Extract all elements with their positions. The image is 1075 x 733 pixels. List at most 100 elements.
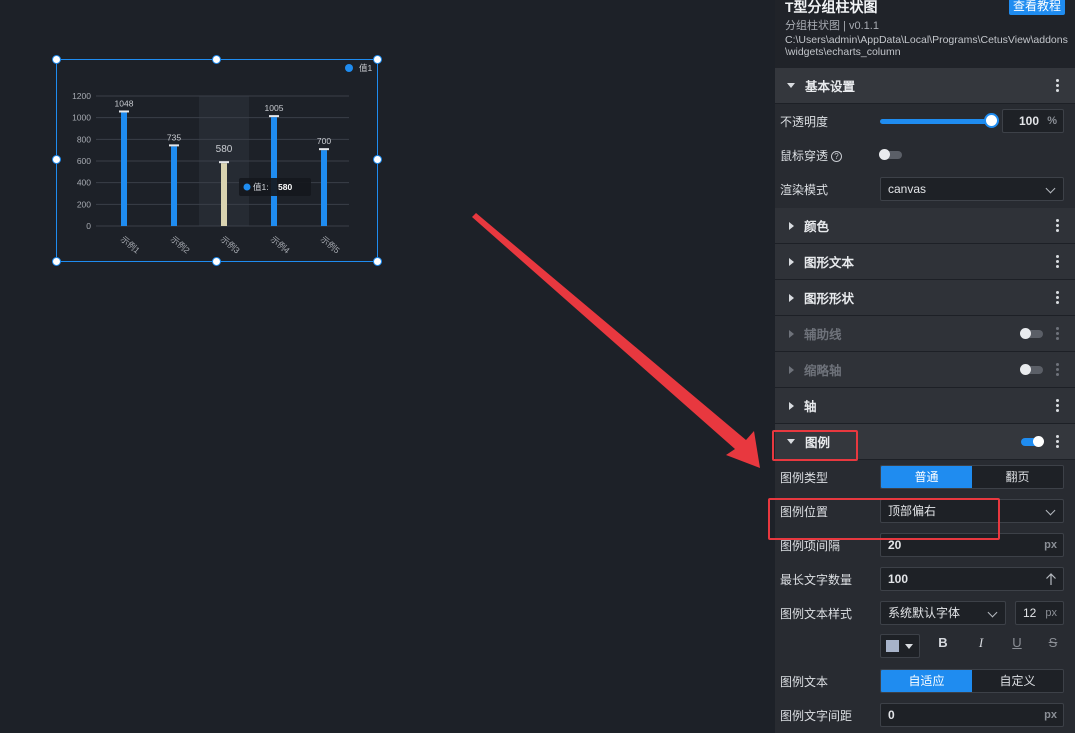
chart-widget[interactable]: 0 200 400 600 800 1000 1200 1048 示例1 735 示例2 580 示例3… [56,59,378,262]
legend-position-label: 图例位置 [780,504,829,519]
opacity-input[interactable]: 100 % [1002,109,1064,133]
bar-cap [319,148,329,151]
bar [221,163,227,226]
tutorial-button[interactable]: 查看教程 [1008,0,1065,15]
text-style-label: 图例文本样式 [780,606,853,621]
font-size-unit: px [1045,607,1057,619]
resize-handle-mr[interactable] [373,155,382,164]
resize-handle-ml[interactable] [52,155,61,164]
chevron-down-icon [1045,505,1056,516]
section-label: 颜色 [804,220,830,234]
more-icon[interactable] [1056,79,1059,94]
x-tick-label: 示例1 [119,234,142,256]
opacity-slider-handle[interactable] [984,113,999,128]
italic-button[interactable]: I [973,635,989,651]
bar [321,150,327,226]
legend-text-auto[interactable]: 自适应 [881,670,972,692]
editor-canvas: 0 200 400 600 800 1000 1200 1048 示例1 735 示例2 580 示例3… [0,0,775,733]
guide-line-toggle[interactable] [1020,328,1043,339]
row-text-style: 图例文本样式 系统默认字体 12 px [775,596,1075,630]
render-mode-label: 渲染模式 [780,182,829,197]
row-mouse-through: 鼠标穿透? [775,138,1075,172]
bar-cap [269,115,279,118]
y-tick-label: 600 [77,156,91,166]
resize-handle-bl[interactable] [52,257,61,266]
help-icon[interactable]: ? [831,150,843,162]
resize-handle-tr[interactable] [373,55,382,64]
section-label: 辅助线 [804,328,842,342]
row-legend-text: 图例文本 自适应 自定义 [775,664,1075,698]
bold-button[interactable]: B [935,635,951,650]
property-panel: T型分组柱状图 查看教程 分组柱状图 | v0.1.1 C:\Users\adm… [775,0,1075,733]
legend-gap-value: 20 [888,538,902,552]
tooltip-series: 值1: [253,182,269,192]
letter-spacing-input[interactable]: 0 px [880,703,1064,727]
row-legend-position: 图例位置 顶部偏右 [775,494,1075,528]
resize-handle-bm[interactable] [212,257,221,266]
letter-spacing-value: 0 [888,708,895,722]
resize-handle-tl[interactable] [52,55,61,64]
legend-type-paging[interactable]: 翻页 [972,466,1063,488]
font-family-select[interactable]: 系统默认字体 [880,601,1006,625]
more-icon[interactable] [1056,363,1059,378]
opacity-slider-track[interactable] [880,119,992,124]
color-swatch [886,640,899,652]
chevron-down-icon [987,607,998,618]
section-basic-settings[interactable]: 基本设置 [775,68,1075,104]
legend-position-value: 顶部偏右 [888,504,937,518]
stepper-up-icon[interactable] [1045,572,1057,586]
render-mode-select[interactable]: canvas [880,177,1064,201]
more-icon[interactable] [1056,327,1059,342]
legend-toggle[interactable] [1021,436,1044,447]
strikethrough-button[interactable]: S [1045,635,1061,650]
max-chars-value: 100 [888,572,909,586]
render-mode-value: canvas [888,182,927,196]
row-max-chars: 最长文字数量 100 [775,562,1075,596]
y-tick-label: 0 [86,221,91,231]
tooltip-value: 580 [278,182,292,192]
resize-handle-tm[interactable] [212,55,221,64]
resize-handle-br[interactable] [373,257,382,266]
section-zoom-axis[interactable]: 缩略轴 [775,352,1075,388]
y-tick-label: 1000 [72,113,91,123]
x-tick-label: 示例5 [319,234,342,256]
more-icon[interactable] [1056,255,1059,270]
data-label: 1005 [265,103,284,113]
x-tick-label: 示例4 [269,234,292,256]
legend-gap-unit: px [1044,539,1057,551]
y-tick-label: 200 [77,199,91,209]
font-size-input[interactable]: 12 px [1015,601,1064,625]
more-icon[interactable] [1056,435,1059,450]
section-legend[interactable]: 图例 [775,424,1075,460]
section-axis[interactable]: 轴 [775,388,1075,424]
legend-marker [345,64,353,72]
expand-icon [789,221,794,230]
expand-icon [789,293,794,302]
text-color-picker[interactable] [880,634,920,658]
section-guide-line[interactable]: 辅助线 [775,316,1075,352]
bar [271,117,277,226]
section-shape[interactable]: 图形形状 [775,280,1075,316]
legend-gap-input[interactable]: 20 px [880,533,1064,557]
underline-button[interactable]: U [1009,635,1025,650]
font-size-value: 12 [1023,606,1037,620]
opacity-unit: % [1047,115,1057,127]
legend-position-select[interactable]: 顶部偏右 [880,499,1064,523]
legend-text-custom[interactable]: 自定义 [972,670,1063,692]
legend-type-normal[interactable]: 普通 [881,466,972,488]
tooltip-marker [243,183,251,191]
zoom-axis-toggle[interactable] [1020,364,1043,375]
bar-cap [169,144,179,147]
section-color[interactable]: 颜色 [775,208,1075,244]
section-shape-text[interactable]: 图形文本 [775,244,1075,280]
more-icon[interactable] [1056,399,1059,414]
mouse-through-toggle[interactable] [879,149,902,160]
max-chars-input[interactable]: 100 [880,567,1064,591]
x-tick-label: 示例3 [219,234,242,256]
more-icon[interactable] [1056,219,1059,234]
data-label: 735 [167,132,181,142]
panel-header: T型分组柱状图 查看教程 分组柱状图 | v0.1.1 C:\Users\adm… [775,0,1075,68]
more-icon[interactable] [1056,291,1059,306]
row-legend-gap: 图例项间隔 20 px [775,528,1075,562]
letter-spacing-unit: px [1044,709,1057,721]
